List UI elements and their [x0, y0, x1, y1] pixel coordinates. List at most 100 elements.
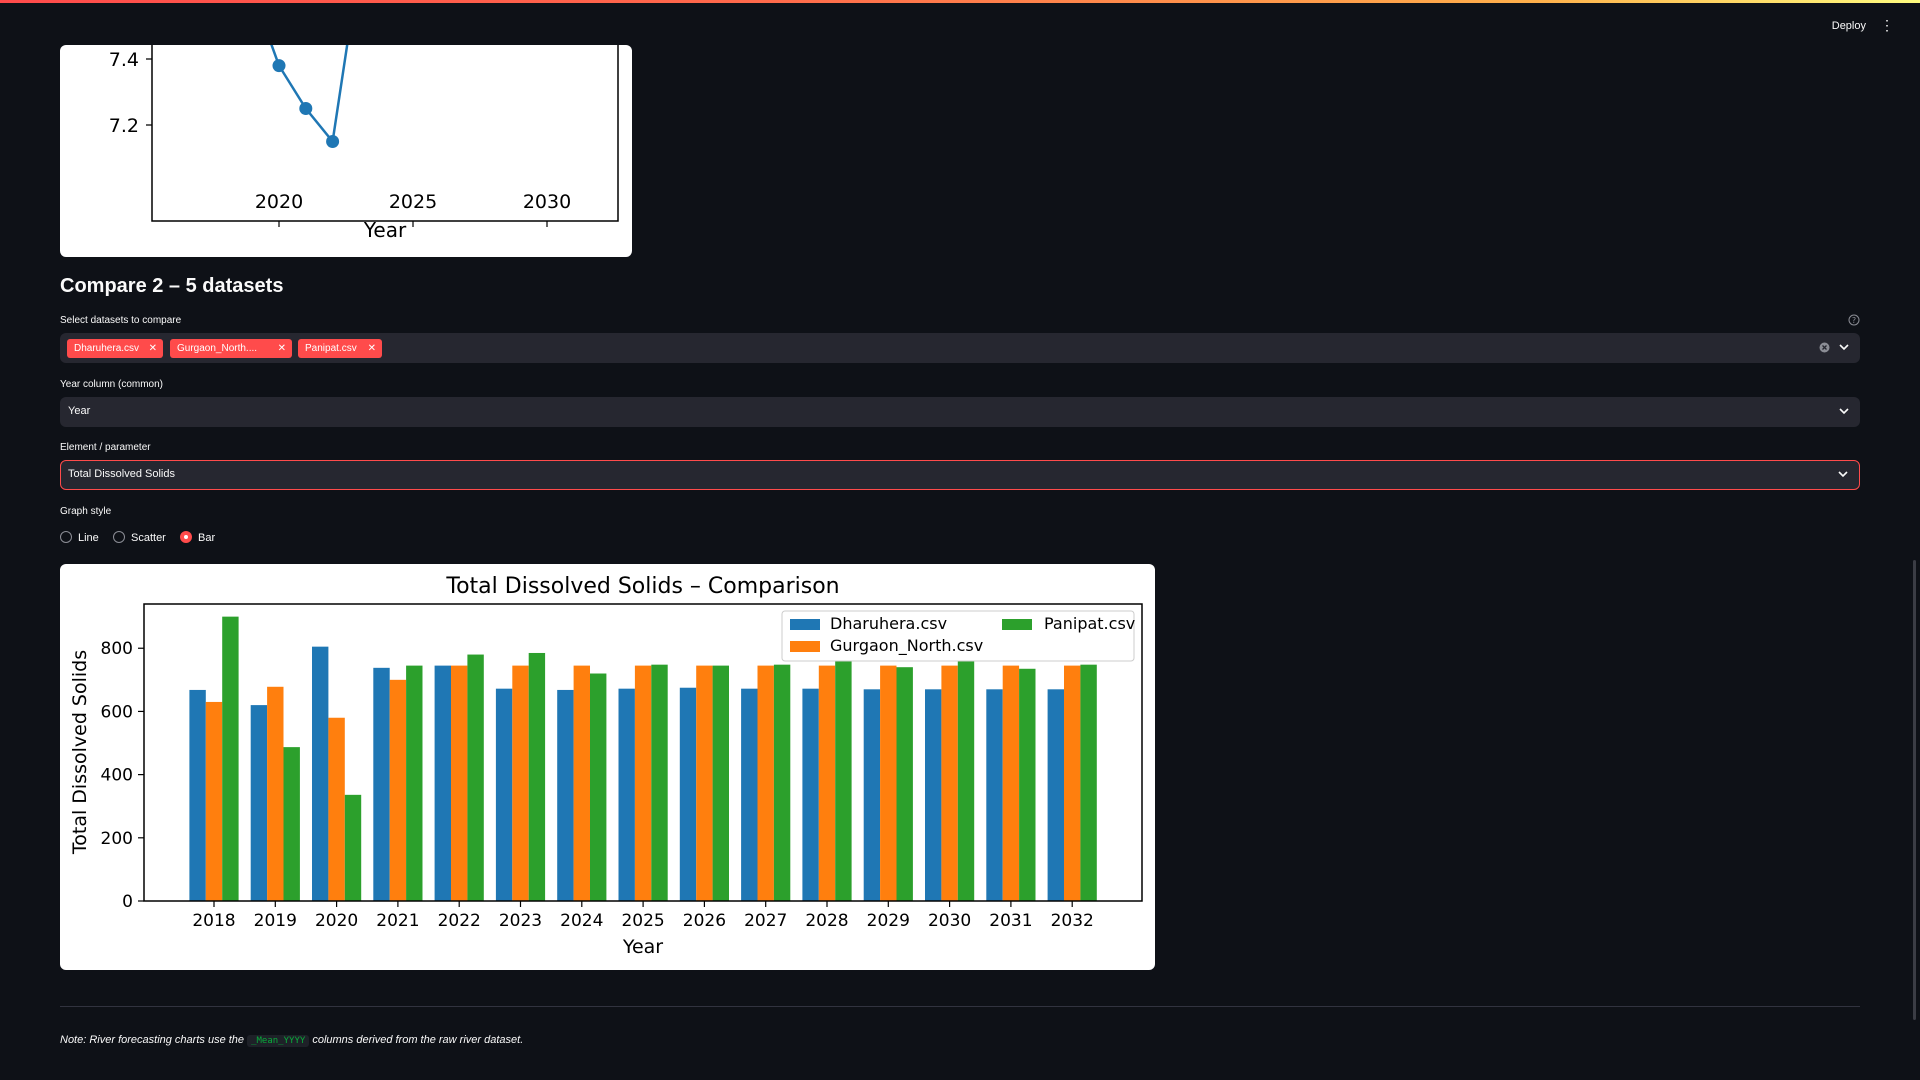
x-tick-label: 2028: [805, 911, 848, 931]
x-tick-label: 2025: [389, 191, 437, 213]
dataset-tag-label: Dharuhera.csv: [74, 343, 140, 354]
x-tick-label: 2023: [499, 911, 542, 931]
data-point: [272, 59, 286, 73]
bar-y-axis-label: Total Dissolved Solids: [69, 650, 91, 855]
y-tick-label: 600: [101, 702, 133, 722]
bar: [267, 686, 284, 901]
bar: [512, 665, 529, 901]
dataset-tag[interactable]: Dharuhera.csv ✕: [67, 339, 163, 358]
x-tick-label: 2020: [315, 911, 358, 931]
bar: [451, 665, 468, 901]
x-tick-label: 2024: [560, 911, 603, 931]
bar: [495, 688, 513, 901]
x-tick-label: 2027: [744, 911, 787, 931]
x-tick-label: 2022: [438, 911, 481, 931]
bar: [1047, 689, 1064, 901]
compare-title: Compare 2 – 5 datasets: [60, 275, 284, 297]
bar: [986, 689, 1003, 901]
x-tick-label: 2030: [928, 911, 971, 931]
chevron-down-icon[interactable]: [1837, 468, 1849, 480]
x-tick-label: 2029: [867, 911, 910, 931]
svg-text:?: ?: [1852, 316, 1856, 325]
y-tick-label: 800: [101, 639, 133, 659]
bar: [679, 687, 697, 901]
bar: [896, 667, 913, 901]
legend-entry: Gurgaon_North.csv: [830, 636, 983, 656]
bar: [344, 794, 362, 901]
bar: [573, 665, 590, 901]
chevron-down-icon[interactable]: [1838, 341, 1850, 353]
legend: Dharuhera.csv Gurgaon_North.csv Panipat.…: [781, 610, 1135, 662]
deploy-button[interactable]: Deploy: [1832, 20, 1866, 32]
x-tick-label: 2032: [1051, 911, 1094, 931]
bar-x-axis-label: Year: [622, 936, 663, 958]
dataset-tag-label: Gurgaon_North....: [177, 343, 258, 354]
bar: [283, 747, 300, 901]
x-tick-label: 2031: [989, 911, 1032, 931]
dataset-tag[interactable]: Gurgaon_North.... ✕: [170, 339, 292, 358]
radio-label: Bar: [198, 532, 216, 544]
bar: [1064, 665, 1081, 901]
year-column-value: Year: [68, 405, 91, 417]
y-tick-label: 0: [122, 892, 133, 912]
bar: [250, 705, 268, 901]
bar: [590, 673, 607, 901]
y-tick-label: 400: [101, 766, 133, 786]
bar: [773, 664, 791, 901]
y-tick-label: 200: [101, 829, 133, 849]
bar-chart-card: Total Dissolved Solids – Comparison 0 200…: [60, 564, 1155, 970]
x-tick-label: 2026: [683, 911, 726, 931]
radio-dot-selected[interactable]: [180, 531, 192, 543]
line-chart-card: 2020 2025 2030 7.2 7.4 Year: [60, 45, 632, 257]
bar: [1002, 665, 1020, 901]
datasets-multiselect[interactable]: Dharuhera.csv ✕ Gurgaon_North.... ✕ Pani…: [60, 333, 1860, 363]
radio-label: Scatter: [131, 532, 166, 544]
x-tick-label: 2030: [523, 191, 571, 213]
legend-swatch: [790, 619, 820, 630]
bar: [189, 689, 206, 901]
radio-label: Line: [78, 532, 99, 544]
note-code: _Mean_YYYY: [247, 1035, 310, 1047]
line-chart: 2020 2025 2030 7.2 7.4 Year: [109, 45, 619, 242]
chevron-down-icon[interactable]: [1838, 405, 1850, 417]
bar: [651, 664, 668, 901]
bar: [696, 665, 713, 901]
bar: [1080, 664, 1097, 901]
legend-swatch: [1002, 619, 1032, 630]
y-tick-label: 7.4: [109, 49, 139, 71]
bar-chart: Total Dissolved Solids – Comparison 0 200…: [69, 574, 1143, 958]
bar: [328, 717, 345, 901]
datasets-label: Select datasets to compare: [60, 315, 182, 326]
element-select[interactable]: Total Dissolved Solids: [60, 460, 1860, 490]
dataset-tag[interactable]: Panipat.csv ✕: [298, 339, 382, 358]
footer-note: Note: River forecasting charts use the _…: [60, 1034, 523, 1047]
bar: [802, 688, 819, 901]
remove-tag-icon[interactable]: ✕: [149, 339, 157, 358]
bar: [634, 665, 652, 901]
x-tick-label: 2025: [621, 911, 664, 931]
dataset-tag-label: Panipat.csv: [305, 343, 357, 354]
data-point: [299, 102, 313, 115]
bar: [389, 679, 407, 901]
year-column-select[interactable]: Year: [60, 397, 1860, 427]
x-tick-label: 2019: [254, 911, 297, 931]
help-icon[interactable]: ?: [1848, 314, 1860, 326]
bar: [373, 667, 390, 901]
bar: [757, 665, 774, 901]
bar: [467, 654, 484, 901]
radio-dot[interactable]: [113, 531, 125, 543]
clear-all-icon[interactable]: [1819, 342, 1830, 353]
more-vertical-icon[interactable]: ⋮: [1880, 18, 1894, 32]
bar-chart-title: Total Dissolved Solids – Comparison: [445, 574, 839, 599]
legend-entry: Dharuhera.csv: [830, 614, 947, 633]
bar: [880, 665, 897, 901]
remove-tag-icon[interactable]: ✕: [368, 339, 376, 358]
remove-tag-icon[interactable]: ✕: [278, 339, 286, 358]
bar: [925, 689, 942, 901]
bar: [406, 665, 423, 901]
scrollbar[interactable]: [1913, 560, 1916, 1020]
bar: [741, 688, 758, 901]
radio-dot[interactable]: [60, 531, 72, 543]
legend-entry: Panipat.csv: [1044, 614, 1135, 633]
bar: [818, 665, 836, 901]
